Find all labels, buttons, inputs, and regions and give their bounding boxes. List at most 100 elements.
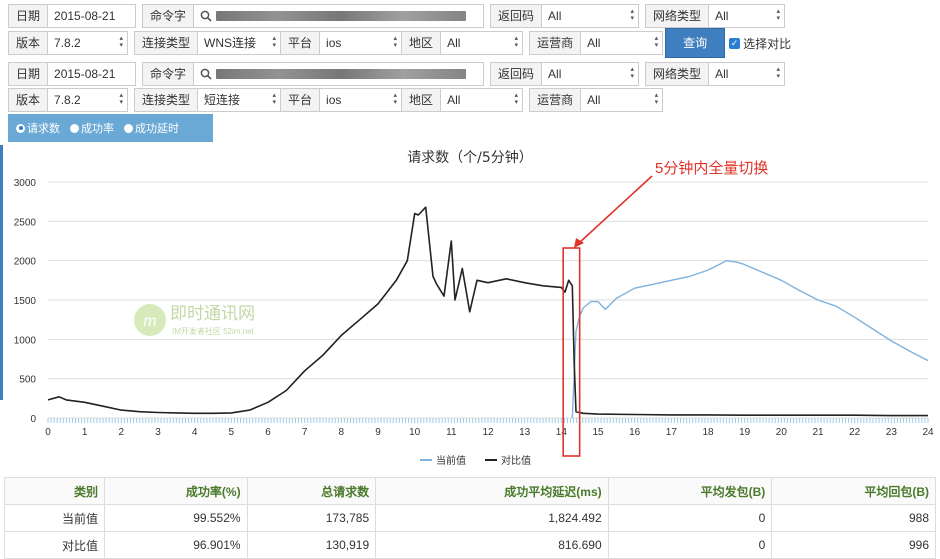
redacted-command xyxy=(216,69,467,79)
table-header-cell[interactable]: 总请求数 xyxy=(246,477,377,505)
x-tick-label: 11 xyxy=(446,427,457,438)
command-search-input[interactable] xyxy=(194,4,485,28)
network-type-label: 网络类型 xyxy=(645,4,710,28)
table-cell: 对比值 xyxy=(4,531,105,559)
table-cell: 130,919 xyxy=(246,531,377,559)
search-icon xyxy=(200,68,212,80)
carrier-label: 运营商 xyxy=(529,31,582,55)
stats-table: 类别 成功率(%) 总请求数 成功平均延迟(ms) 平均发包(B) 平均回包(B) 当前值… xyxy=(4,477,936,559)
legend-label-compare: 对比值 xyxy=(501,454,531,467)
table-header-cell[interactable]: 平均回包(B) xyxy=(771,477,936,505)
tab-success-latency[interactable]: 成功延时 xyxy=(124,120,179,136)
tab-requests-label: 请求数 xyxy=(27,123,60,135)
version-select[interactable]: 7.8.2 xyxy=(48,31,129,55)
region-select[interactable]: All xyxy=(441,31,524,55)
x-tick-label: 2 xyxy=(119,427,125,438)
platform-select[interactable]: ios xyxy=(320,31,403,55)
x-tick-label: 21 xyxy=(812,427,824,438)
return-code-select[interactable]: All xyxy=(542,62,640,86)
version-label: 版本 xyxy=(8,31,49,55)
network-type-select[interactable]: All xyxy=(709,4,786,28)
x-tick-label: 20 xyxy=(776,427,788,438)
carrier-select[interactable]: All xyxy=(581,88,664,112)
date-input[interactable]: 2015-08-21 xyxy=(48,4,137,28)
table-cell: 816.690 xyxy=(375,531,609,559)
table-header-cell[interactable]: 类别 xyxy=(4,477,105,505)
watermark-monogram: m xyxy=(143,313,156,330)
command-label: 命令字 xyxy=(142,4,195,28)
x-tick-label: 8 xyxy=(339,427,345,438)
table-header-cell[interactable]: 平均发包(B) xyxy=(607,477,773,505)
watermark-brand: 即时通讯网 xyxy=(170,304,255,323)
checkbox-checked-icon: ✓ xyxy=(729,37,741,49)
y-tick-label: 0 xyxy=(30,414,36,425)
x-tick-label: 17 xyxy=(666,427,678,438)
tab-requests[interactable]: 请求数 xyxy=(16,120,60,136)
table-cell: 1,824.492 xyxy=(375,504,609,532)
filter-row-2: 版本 7.8.2 连接类型 WNS连接 平台 ios 地区 All 运营商 Al… xyxy=(8,28,791,58)
y-tick-label: 2500 xyxy=(14,217,37,228)
tab-success-rate-label: 成功率 xyxy=(81,123,114,135)
compare-checkbox[interactable]: ✓ 选择对比 xyxy=(729,35,791,52)
x-tick-label: 15 xyxy=(592,427,604,438)
table-header-cell[interactable]: 成功率(%) xyxy=(104,477,248,505)
redacted-command xyxy=(216,11,467,21)
conn-type-label: 连接类型 xyxy=(134,31,199,55)
compare-checkbox-label: 选择对比 xyxy=(743,36,792,51)
x-tick-label: 23 xyxy=(886,427,898,438)
table-cell: 173,785 xyxy=(246,504,377,532)
network-type-select[interactable]: All xyxy=(709,62,786,86)
command-search-input[interactable] xyxy=(194,62,485,86)
date-label: 日期 xyxy=(8,4,49,28)
chart-title: 请求数（个/5分钟） xyxy=(407,149,533,166)
table-cell: 988 xyxy=(771,504,936,532)
table-row: 当前值 99.552% 173,785 1,824.492 0 988 xyxy=(4,504,936,532)
x-tick-label: 4 xyxy=(192,427,198,438)
date-input[interactable]: 2015-08-21 xyxy=(48,62,137,86)
version-select[interactable]: 7.8.2 xyxy=(48,88,129,112)
region-select[interactable]: All xyxy=(441,88,524,112)
table-cell: 96.901% xyxy=(104,531,248,559)
x-tick-label: 22 xyxy=(849,427,861,438)
annotation-text: 5分钟内全量切换 xyxy=(655,159,768,177)
tab-success-rate[interactable]: 成功率 xyxy=(70,120,114,136)
platform-label: 平台 xyxy=(281,88,321,112)
x-tick-label: 5 xyxy=(229,427,235,438)
x-tick-label: 7 xyxy=(302,427,308,438)
version-label: 版本 xyxy=(8,88,49,112)
y-tick-label: 2000 xyxy=(14,257,37,268)
x-tick-label: 14 xyxy=(556,427,568,438)
annotation-arrow-shaft xyxy=(578,175,653,244)
table-cell: 0 xyxy=(607,504,773,532)
x-tick-label: 6 xyxy=(265,427,271,438)
platform-select[interactable]: ios xyxy=(320,88,403,112)
network-type-label: 网络类型 xyxy=(645,62,710,86)
table-cell: 当前值 xyxy=(4,504,105,532)
command-label: 命令字 xyxy=(142,62,195,86)
region-label: 地区 xyxy=(402,88,442,112)
table-cell: 0 xyxy=(607,531,773,559)
carrier-label: 运营商 xyxy=(529,88,582,112)
metric-tabs: 请求数 成功率 成功延时 xyxy=(8,114,213,142)
y-tick-label: 1000 xyxy=(14,335,37,346)
radio-icon xyxy=(124,123,133,133)
query-button[interactable]: 查询 xyxy=(665,28,726,58)
x-tick-label: 3 xyxy=(155,427,161,438)
x-tick-label: 10 xyxy=(409,427,421,438)
x-tick-label: 12 xyxy=(482,427,494,438)
return-code-select[interactable]: All xyxy=(542,4,640,28)
return-code-label: 返回码 xyxy=(490,4,543,28)
switch-highlight-box xyxy=(562,247,581,457)
conn-type-select[interactable]: 短连接 xyxy=(198,88,282,112)
legend-label-current: 当前值 xyxy=(436,454,466,467)
x-tick-label: 19 xyxy=(739,427,751,438)
x-tick-label: 18 xyxy=(702,427,714,438)
conn-type-label: 连接类型 xyxy=(134,88,199,112)
carrier-select[interactable]: All xyxy=(581,31,664,55)
table-header-cell[interactable]: 成功平均延迟(ms) xyxy=(375,477,609,505)
conn-type-select[interactable]: WNS连接 xyxy=(198,31,282,55)
table-cell: 996 xyxy=(771,531,936,559)
x-tick-label: 24 xyxy=(922,427,934,438)
table-cell: 99.552% xyxy=(104,504,248,532)
y-tick-label: 3000 xyxy=(14,178,37,189)
